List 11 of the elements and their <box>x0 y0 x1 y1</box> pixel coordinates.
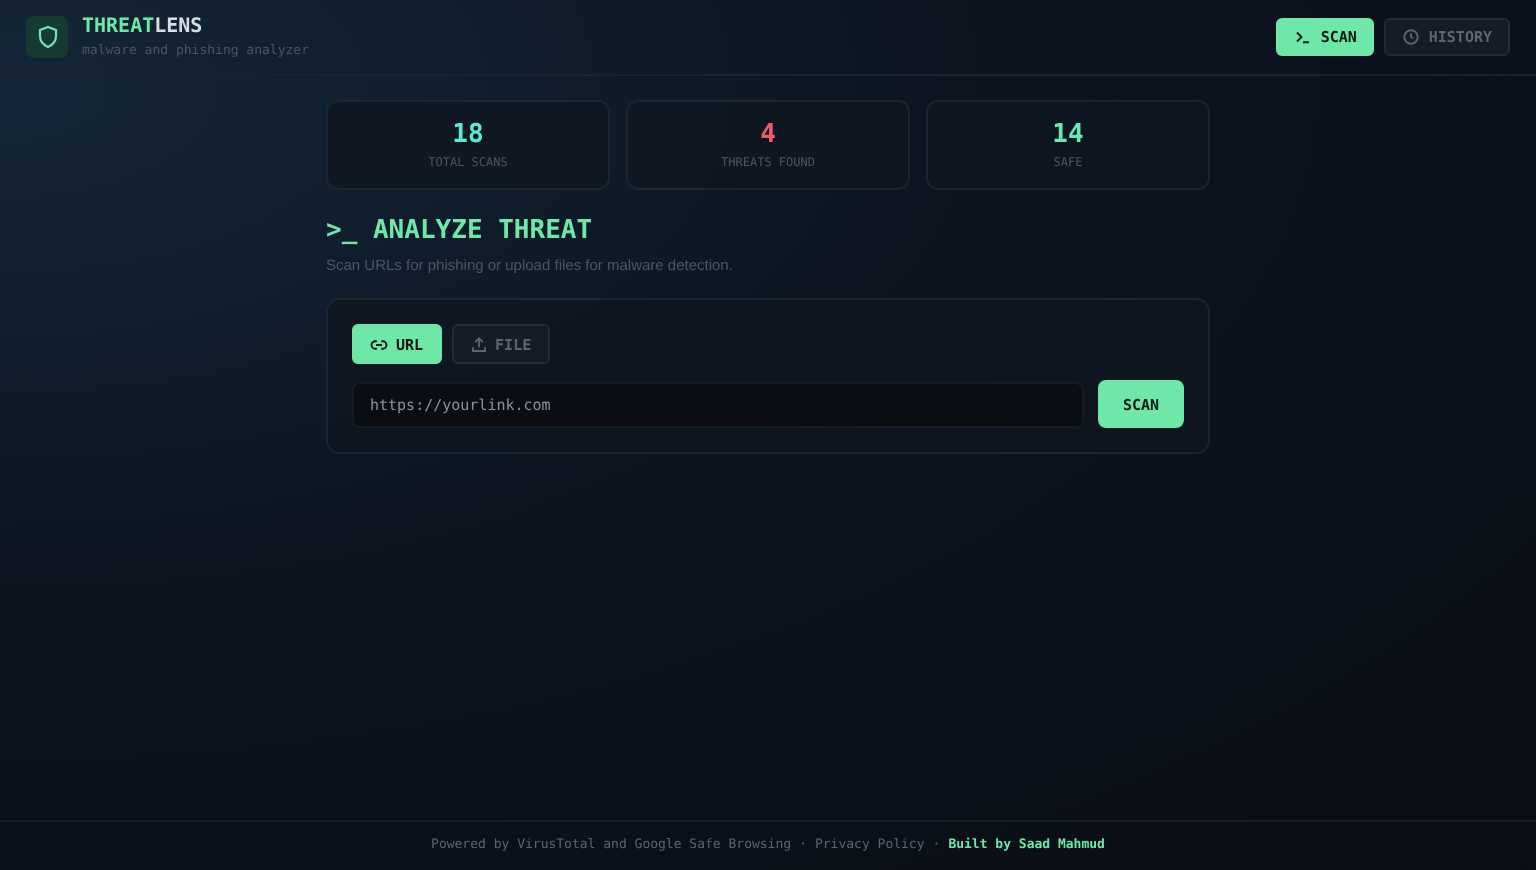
stat-value: 4 <box>760 119 776 149</box>
stat-value: 18 <box>452 119 484 149</box>
brand-name: LENS <box>154 14 203 40</box>
terminal-icon <box>1294 28 1313 46</box>
link-icon <box>370 335 388 354</box>
shield-icon <box>35 24 59 50</box>
section-title: >_ ANALYZE THREAT <box>326 216 595 248</box>
upload-icon <box>469 335 488 354</box>
brand-name: THREAT <box>82 14 155 40</box>
stat-value: 14 <box>1052 119 1084 149</box>
clock-icon <box>1402 28 1421 46</box>
